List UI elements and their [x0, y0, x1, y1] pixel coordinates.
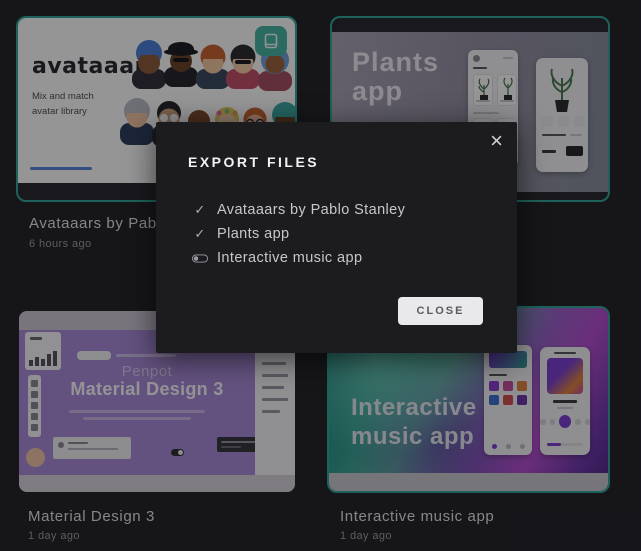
export-item-label: Interactive music app — [217, 250, 362, 266]
export-files-modal: × EXPORT FILES ✓ Avataaars by Pablo Stan… — [156, 122, 517, 353]
export-progress-icon — [192, 254, 208, 263]
close-icon[interactable]: × — [490, 126, 503, 157]
export-items-list: ✓ Avataaars by Pablo Stanley ✓ Plants ap… — [192, 198, 497, 270]
export-item: ✓ Plants app — [192, 222, 497, 246]
check-icon: ✓ — [192, 226, 208, 242]
export-item: Interactive music app — [192, 246, 497, 270]
export-item-label: Avataaars by Pablo Stanley — [217, 202, 405, 218]
modal-title: EXPORT FILES — [188, 154, 319, 170]
export-item-label: Plants app — [217, 226, 290, 242]
close-button[interactable]: CLOSE — [398, 297, 483, 325]
export-item: ✓ Avataaars by Pablo Stanley — [192, 198, 497, 222]
check-icon: ✓ — [192, 202, 208, 218]
